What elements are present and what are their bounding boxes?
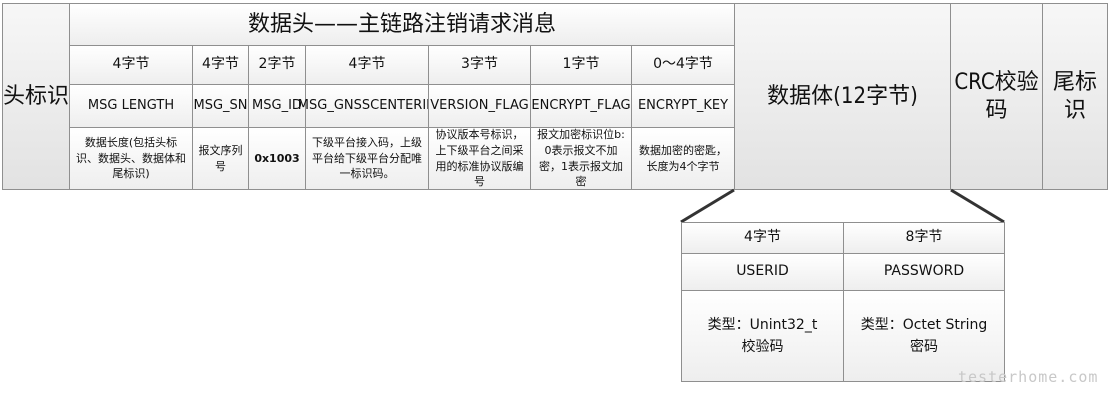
body-name-label: USERID xyxy=(736,263,789,280)
body-name-password: PASSWORD xyxy=(843,253,1005,291)
body-type-text: 类型：Octet String xyxy=(860,316,988,333)
body-desc-userid: 类型：Unint32_t 校验码 xyxy=(681,290,844,382)
body-name-label: PASSWORD xyxy=(883,263,965,280)
connector-right-line xyxy=(950,188,1005,224)
body-name-userid: USERID xyxy=(681,253,844,291)
watermark: testerhome.com xyxy=(958,368,1099,386)
body-meaning-text: 密码 xyxy=(910,339,938,355)
body-bytes-userid: 4字节 xyxy=(681,222,844,254)
body-type-text: 类型：Unint32_t xyxy=(707,316,818,333)
body-bytes-label: 8字节 xyxy=(905,229,943,246)
body-bytes-password: 8字节 xyxy=(843,222,1005,254)
body-meaning-text: 校验码 xyxy=(741,339,784,355)
connector-left-line xyxy=(680,188,735,224)
body-bytes-label: 4字节 xyxy=(744,229,781,246)
